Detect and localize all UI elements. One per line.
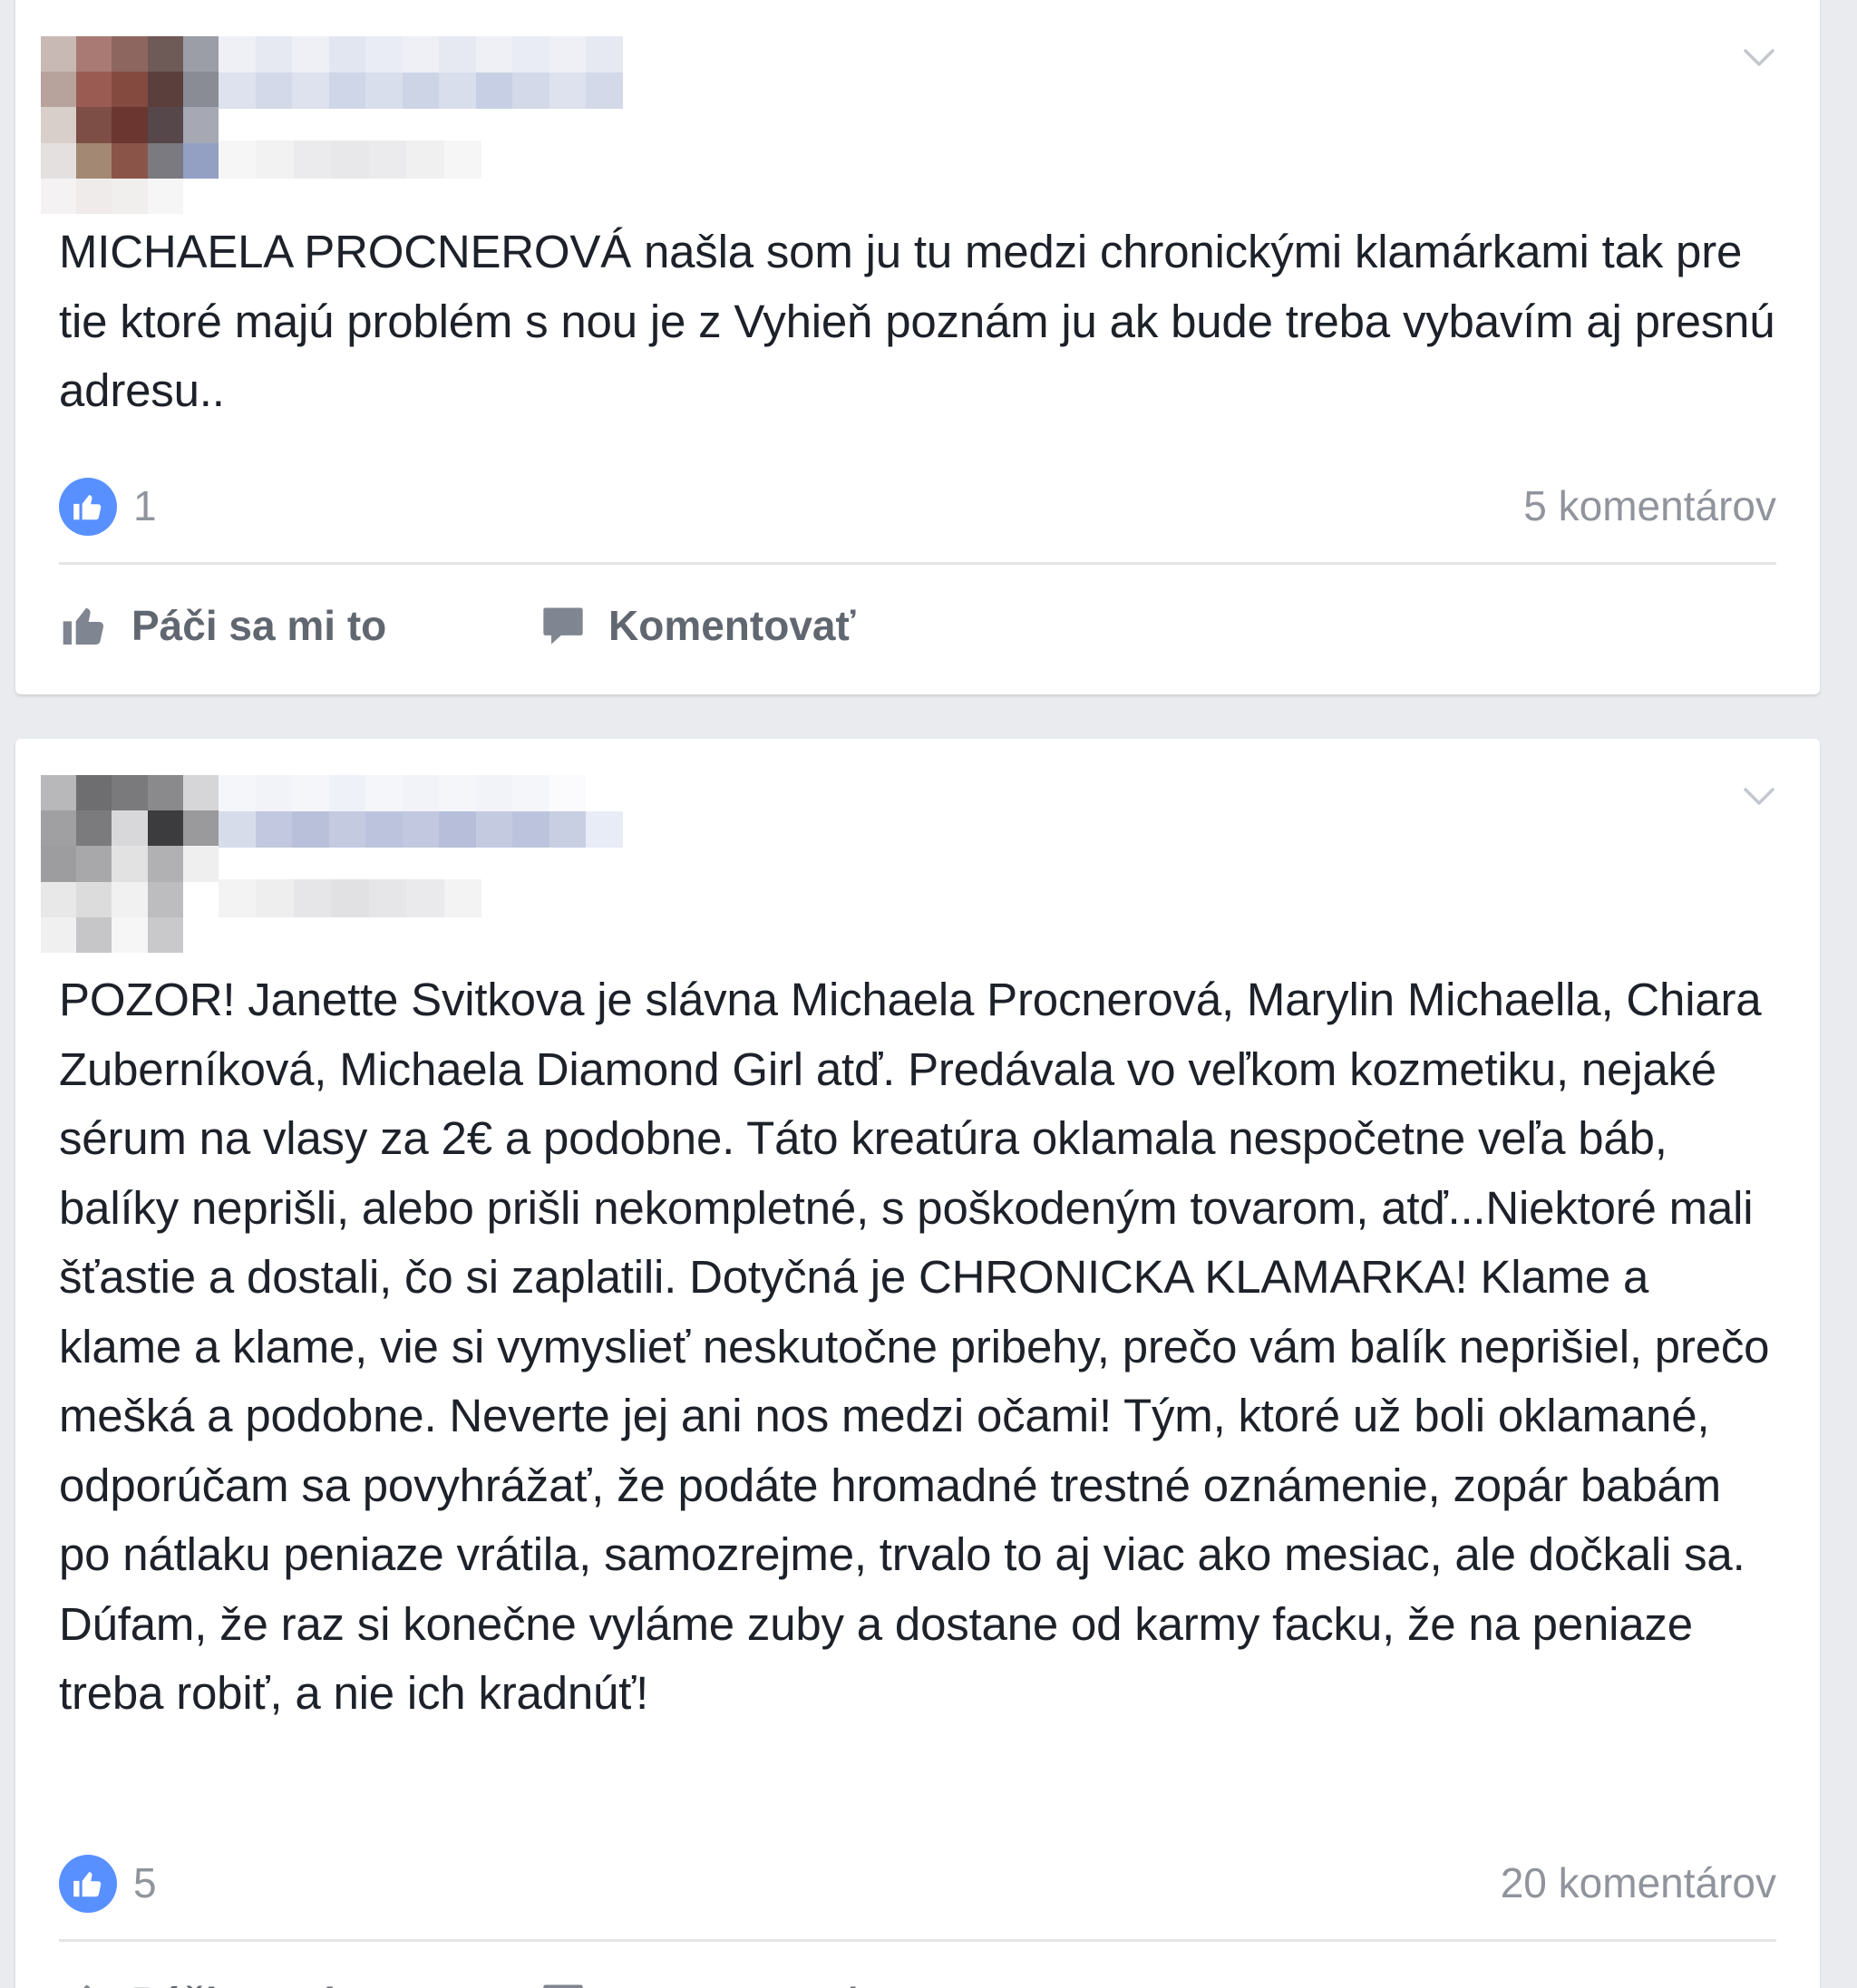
like-count[interactable]: 1: [133, 481, 157, 530]
post-actions: Páči sa mi to Komentovať: [59, 589, 1776, 662]
post-stats: 1 5 komentárov: [59, 474, 1776, 538]
author-name[interactable]: [219, 775, 623, 848]
chevron-down-icon[interactable]: [1744, 788, 1774, 806]
divider: [59, 562, 1776, 565]
speech-bubble-icon: [543, 1984, 583, 1988]
post-header: [41, 36, 1794, 218]
comment-count-link[interactable]: 20 komentárov: [1501, 1858, 1776, 1907]
post-timestamp[interactable]: [219, 141, 481, 179]
like-button-label: Páči sa mi to: [131, 602, 387, 649]
post-timestamp[interactable]: [219, 879, 481, 917]
post-text: MICHAELA PROCNEROVÁ našla som ju tu medz…: [59, 226, 1775, 416]
avatar[interactable]: [41, 775, 219, 953]
divider: [59, 1939, 1776, 1942]
comment-button[interactable]: Komentovať: [540, 589, 856, 662]
like-button[interactable]: Páči sa mi to: [59, 1966, 386, 1988]
post-stats: 5 20 komentárov: [59, 1851, 1776, 1915]
comment-button-label: Komentovať: [608, 1978, 856, 1988]
speech-bubble-icon: [543, 607, 583, 645]
thumbs-up-outline-icon: [63, 607, 104, 645]
thumbs-up-outline-icon: [83, 1984, 91, 1988]
post-header: [41, 775, 1794, 956]
news-feed: MICHAELA PROCNEROVÁ našla som ju tu medz…: [0, 0, 1857, 1988]
comment-button-label: Komentovať: [608, 602, 856, 649]
post-text: POZOR! Janette Svitkova je slávna Michae…: [59, 974, 1770, 1719]
post-actions: Páči sa mi to Komentovať: [59, 1966, 1776, 1988]
like-count[interactable]: 5: [133, 1858, 157, 1907]
avatar[interactable]: [41, 36, 219, 214]
like-button-label: Páči sa mi to: [131, 1978, 386, 1988]
chevron-down-icon[interactable]: [1744, 49, 1774, 67]
like-button[interactable]: Páči sa mi to: [59, 589, 386, 662]
feed-post: MICHAELA PROCNEROVÁ našla som ju tu medz…: [15, 0, 1820, 694]
author-name[interactable]: [219, 36, 623, 109]
feed-post: POZOR! Janette Svitkova je slávna Michae…: [15, 739, 1820, 1988]
thumbs-up-icon[interactable]: [59, 478, 117, 536]
comment-button[interactable]: Komentovať: [540, 1966, 856, 1988]
comment-count-link[interactable]: 5 komentárov: [1523, 481, 1776, 530]
thumbs-up-icon[interactable]: [59, 1855, 117, 1913]
